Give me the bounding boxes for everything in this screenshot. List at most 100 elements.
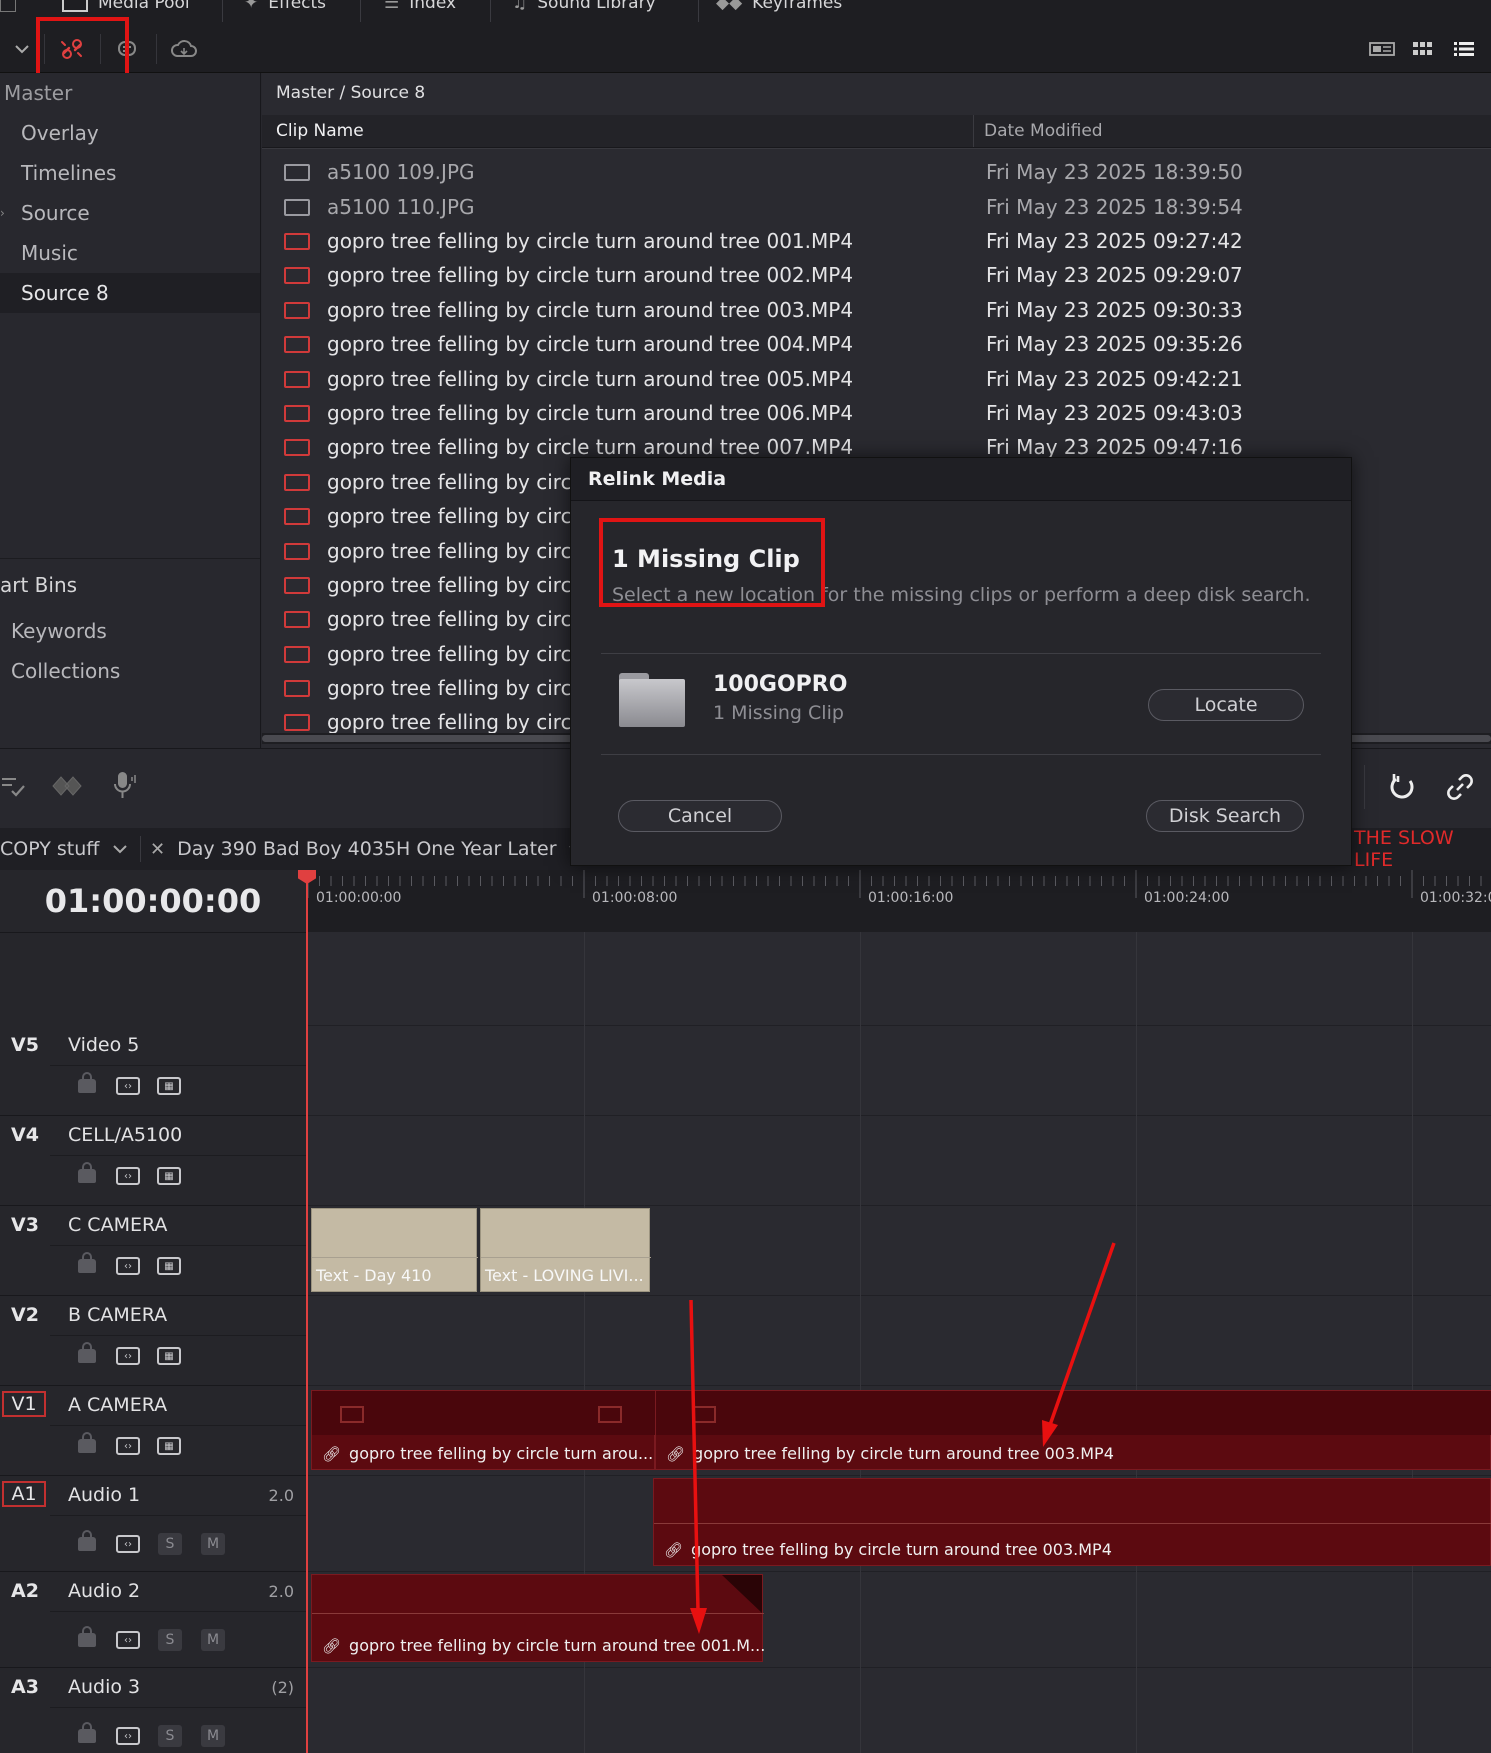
timeline-tab[interactable]: ✕ Day 390 Bad Boy 4035H One Year Later: [150, 828, 583, 870]
linked-selection-icon[interactable]: [1444, 771, 1476, 803]
checklist-icon[interactable]: [0, 773, 26, 799]
grid-view-button[interactable]: [1403, 34, 1443, 64]
tab-media-pool[interactable]: Media Pool: [62, 0, 190, 16]
timeline-text-clip[interactable]: Text - Day 410: [311, 1208, 478, 1292]
cloud-sync-button[interactable]: [164, 34, 204, 64]
track-lane-v4[interactable]: [306, 1115, 1491, 1206]
auto-select-icon[interactable]: ‹›: [116, 1631, 140, 1649]
smart-bin-keywords[interactable]: Keywords: [0, 611, 260, 651]
tab-sound-library[interactable]: ♫ Sound Library: [512, 0, 656, 16]
timeline-audio-clip-offline[interactable]: 🔗︎ gopro tree felling by circle turn arou…: [311, 1574, 765, 1662]
auto-select-icon[interactable]: ‹›: [116, 1727, 140, 1745]
bin-timelines[interactable]: Timelines: [0, 153, 260, 193]
auto-select-icon[interactable]: ‹›: [116, 1347, 140, 1365]
disable-track-icon[interactable]: ▦: [157, 1437, 181, 1455]
media-row[interactable]: a5100 110.JPG Fri May 23 2025 18:39:54: [262, 190, 1491, 224]
track-id-destination[interactable]: V1: [2, 1391, 46, 1417]
playhead[interactable]: [306, 870, 308, 1753]
media-row[interactable]: gopro tree felling by circle turn around…: [262, 362, 1491, 396]
track-a1[interactable]: A1 Audio 1 2.0 ‹› S M: [0, 1475, 306, 1572]
track-v2[interactable]: V2 B CAMERA ‹› ▦: [0, 1295, 306, 1386]
lock-icon[interactable]: [78, 1252, 96, 1273]
disable-track-icon[interactable]: ▦: [157, 1347, 181, 1365]
auto-select-icon[interactable]: ‹›: [116, 1437, 140, 1455]
mute-button[interactable]: M: [201, 1725, 225, 1747]
timeline-video-clip-offline[interactable]: 🔗︎ gopro tree felling by circle turn arou…: [311, 1390, 656, 1470]
snapping-icon[interactable]: [1386, 771, 1418, 803]
lock-icon[interactable]: [78, 1626, 96, 1647]
track-name[interactable]: Audio 3: [68, 1667, 140, 1707]
bin-music[interactable]: Music: [0, 233, 260, 273]
disable-track-icon[interactable]: ▦: [157, 1167, 181, 1185]
expand-arrow-icon[interactable]: ›: [0, 206, 5, 220]
track-lane-a3[interactable]: [306, 1667, 1491, 1753]
media-row[interactable]: gopro tree felling by circle turn around…: [262, 224, 1491, 258]
track-v4[interactable]: V4 CELL/A5100 ‹› ▦: [0, 1115, 306, 1206]
solo-button[interactable]: S: [158, 1629, 182, 1651]
track-id-destination[interactable]: A1: [2, 1481, 46, 1507]
lock-icon[interactable]: [78, 1072, 96, 1093]
track-name[interactable]: A CAMERA: [68, 1385, 167, 1425]
track-a2[interactable]: A2 Audio 2 2.0 ‹› S M: [0, 1571, 306, 1668]
bin-source[interactable]: › Source: [0, 193, 260, 233]
metadata-button[interactable]: [108, 34, 148, 64]
auto-select-icon[interactable]: ‹›: [116, 1077, 140, 1095]
disable-track-icon[interactable]: ▦: [157, 1257, 181, 1275]
column-divider[interactable]: [973, 115, 974, 147]
lock-icon[interactable]: [78, 1722, 96, 1743]
media-row[interactable]: gopro tree felling by circle turn around…: [262, 327, 1491, 361]
column-date-modified[interactable]: Date Modified: [984, 115, 1103, 147]
collapse-chevron-button[interactable]: [2, 34, 42, 64]
tab-effects[interactable]: ✦ Effects: [244, 0, 326, 16]
timeline-ruler[interactable]: 01:00:00:00 01:00:08:00 01:00:16:00 01:0…: [306, 870, 1491, 933]
track-name[interactable]: Video 5: [68, 1025, 139, 1065]
auto-select-icon[interactable]: ‹›: [116, 1257, 140, 1275]
lock-icon[interactable]: [78, 1530, 96, 1551]
close-icon[interactable]: ✕: [150, 839, 165, 860]
bin-source-8[interactable]: Source 8: [0, 273, 260, 313]
track-v3[interactable]: V3 C CAMERA ‹› ▦: [0, 1205, 306, 1296]
bin-overlay[interactable]: Overlay: [0, 113, 260, 153]
tab-keyframes[interactable]: ◆◆ Keyframes: [716, 0, 842, 16]
disk-search-button[interactable]: Disk Search: [1146, 800, 1304, 832]
timeline-text-clip[interactable]: Text - LOVING LIVI...: [480, 1208, 651, 1292]
track-name[interactable]: Audio 1: [68, 1475, 140, 1515]
microphone-icon[interactable]: [110, 769, 140, 801]
bin-master[interactable]: Master: [0, 73, 264, 113]
timecode-display[interactable]: 01:00:00:00: [0, 870, 306, 932]
lock-icon[interactable]: [78, 1162, 96, 1183]
media-row[interactable]: a5100 109.JPG Fri May 23 2025 18:39:50: [262, 155, 1491, 189]
locate-button[interactable]: Locate: [1148, 689, 1304, 721]
mute-button[interactable]: M: [201, 1629, 225, 1651]
solo-button[interactable]: S: [158, 1533, 182, 1555]
media-row[interactable]: gopro tree felling by circle turn around…: [262, 396, 1491, 430]
timeline-tracks[interactable]: Text - Day 410 Text - LOVING LIVI... 🔗︎ g…: [306, 932, 1491, 1753]
tab-index[interactable]: ☰ Index: [384, 0, 456, 16]
auto-select-icon[interactable]: ‹›: [116, 1167, 140, 1185]
flags-icon[interactable]: [48, 773, 86, 799]
bin-folder-dropdown[interactable]: COPY stuff: [0, 828, 128, 870]
solo-button[interactable]: S: [158, 1725, 182, 1747]
track-name[interactable]: B CAMERA: [68, 1295, 167, 1335]
relink-media-button[interactable]: [52, 34, 92, 64]
smart-bin-collections[interactable]: Collections: [0, 651, 260, 691]
list-view-button[interactable]: [1444, 34, 1484, 64]
track-v5[interactable]: V5 Video 5 ‹› ▦: [0, 1025, 306, 1116]
track-lane-v2[interactable]: [306, 1295, 1491, 1386]
column-clip-name[interactable]: Clip Name: [276, 115, 364, 147]
track-v1[interactable]: V1 A CAMERA ‹› ▦: [0, 1385, 306, 1476]
window-menu-icon[interactable]: [0, 0, 16, 12]
disable-track-icon[interactable]: ▦: [157, 1077, 181, 1095]
track-name[interactable]: C CAMERA: [68, 1205, 167, 1245]
track-lane-v5[interactable]: [306, 1025, 1491, 1116]
timeline-tab-slow-life[interactable]: THE SLOW LIFE: [1354, 827, 1491, 871]
media-row[interactable]: gopro tree felling by circle turn around…: [262, 258, 1491, 292]
lock-icon[interactable]: [78, 1432, 96, 1453]
thumbnail-view-button[interactable]: [1362, 34, 1402, 64]
media-row[interactable]: gopro tree felling by circle turn around…: [262, 293, 1491, 327]
track-a3[interactable]: A3 Audio 3 (2) ‹› S M: [0, 1667, 306, 1753]
track-name[interactable]: Audio 2: [68, 1571, 140, 1611]
auto-select-icon[interactable]: ‹›: [116, 1535, 140, 1553]
track-name[interactable]: CELL/A5100: [68, 1115, 182, 1155]
cancel-button[interactable]: Cancel: [618, 800, 782, 832]
